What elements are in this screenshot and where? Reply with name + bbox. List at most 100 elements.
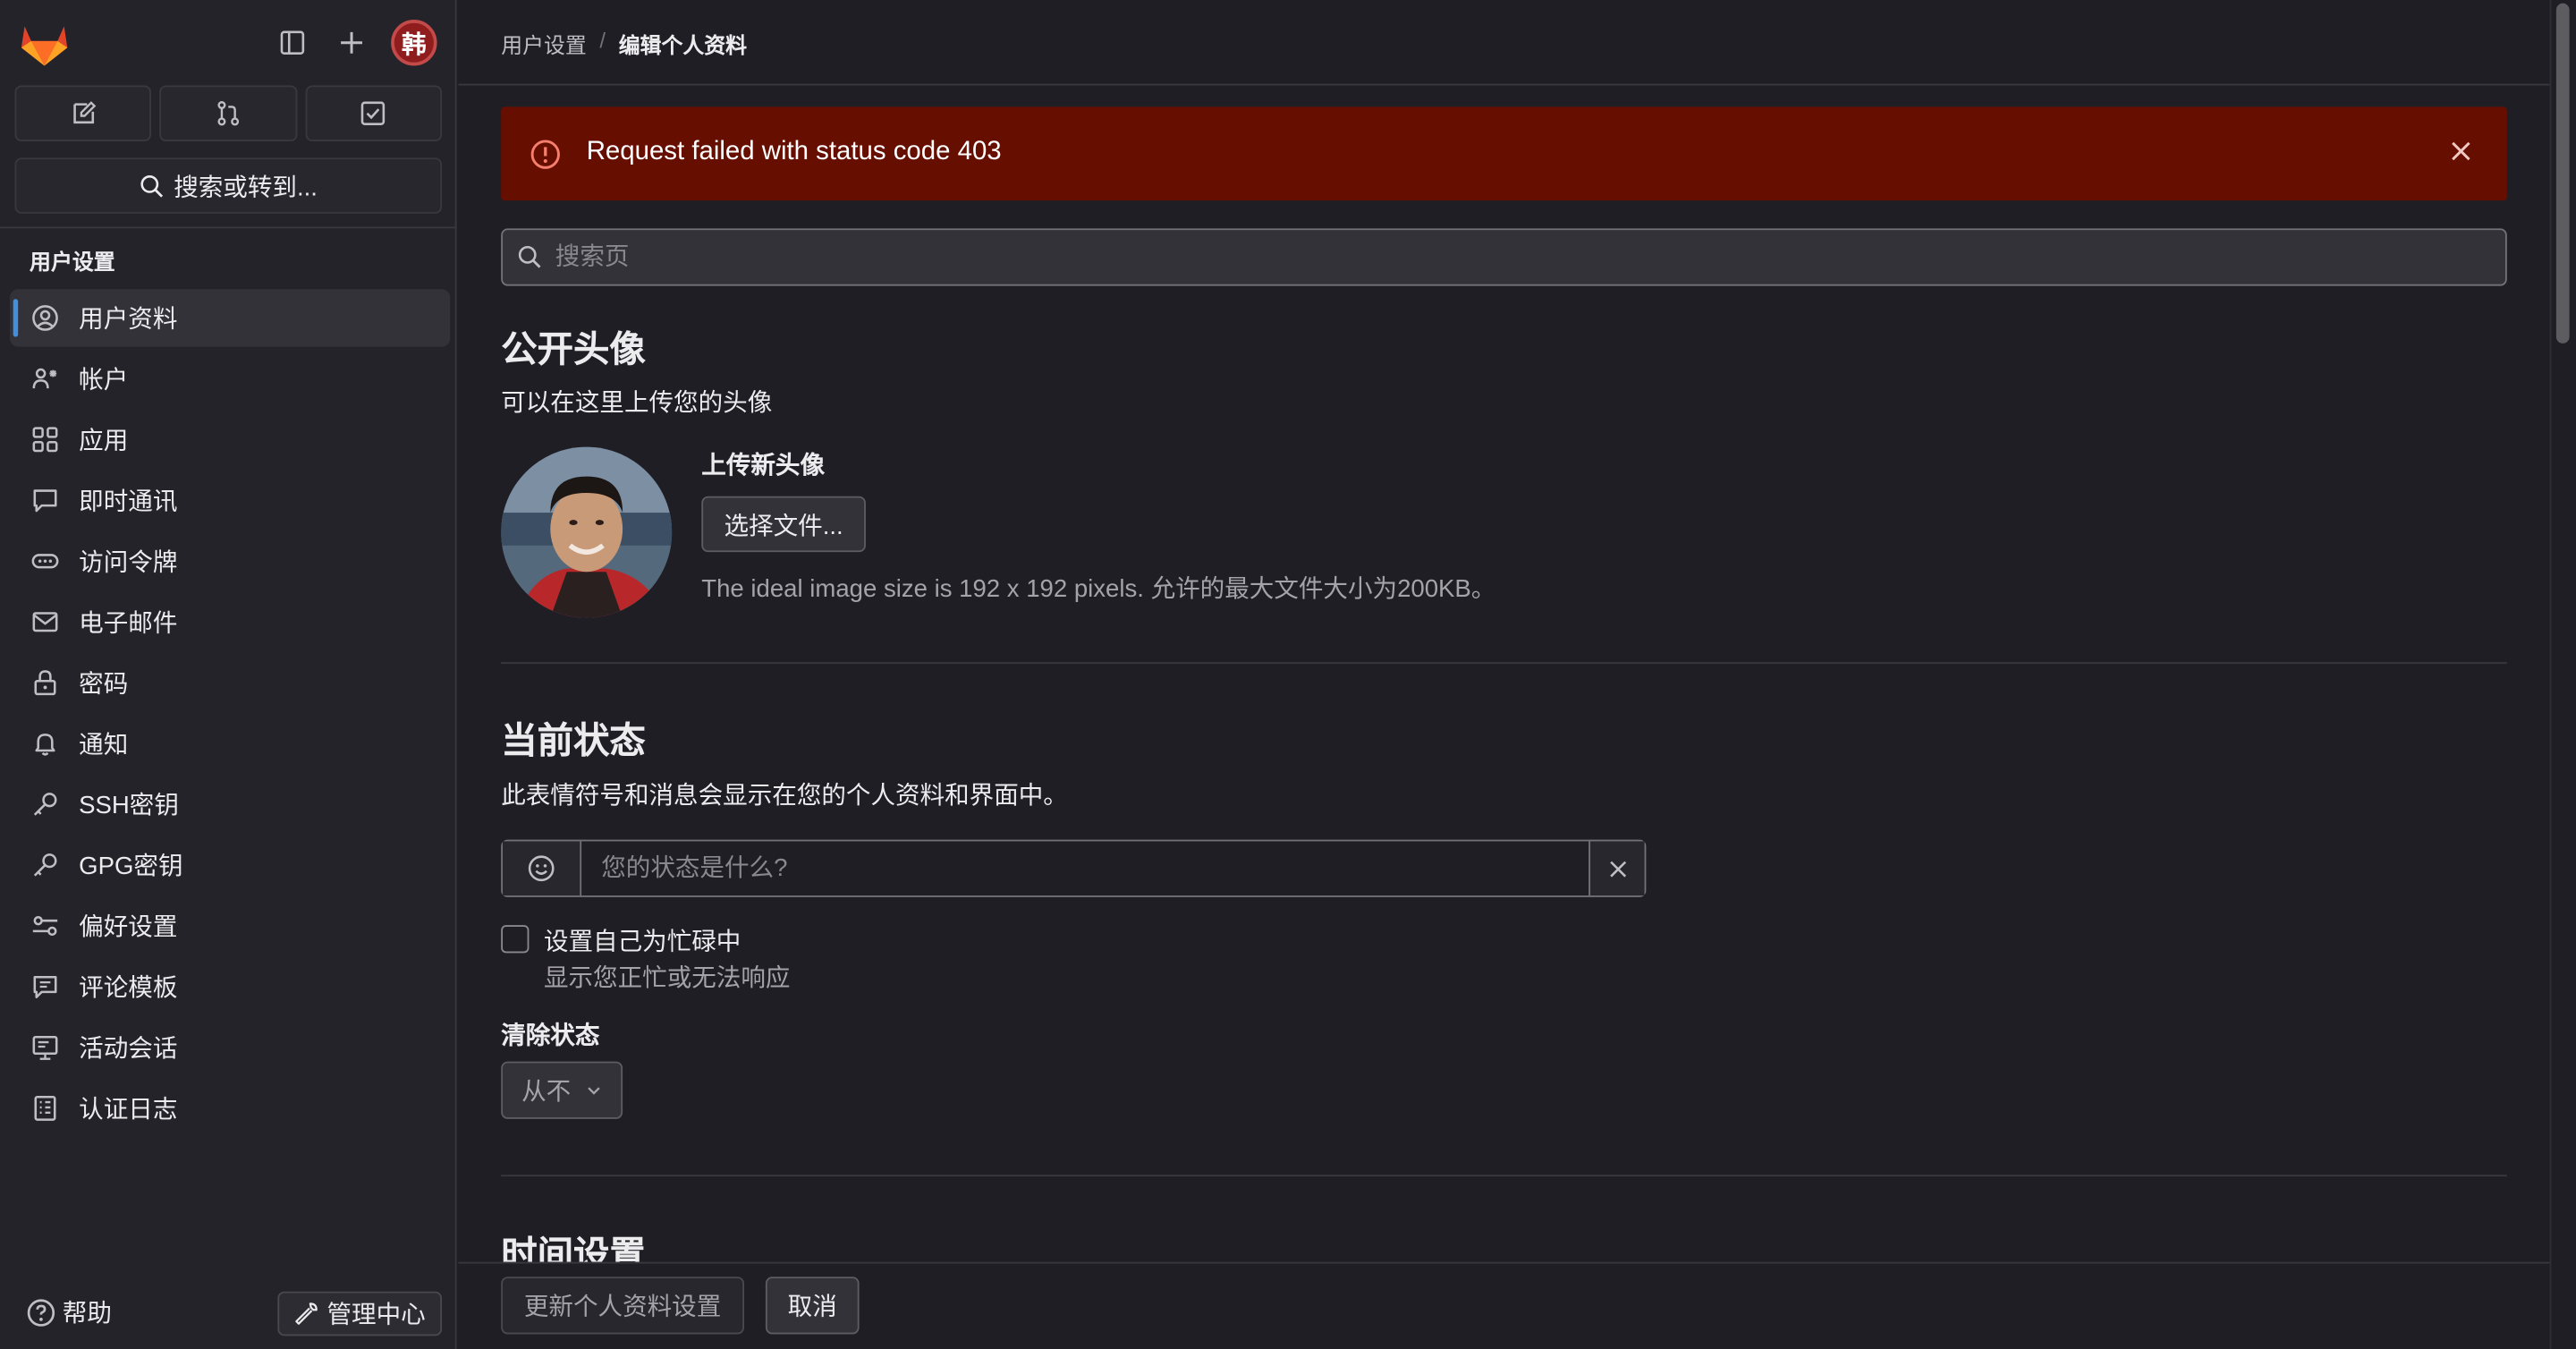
- sidebar-item-label: GPG密钥: [79, 853, 183, 881]
- search-label: 搜索或转到...: [174, 173, 318, 202]
- sidebar-item-account[interactable]: 帐户: [10, 350, 450, 407]
- sidebar-item-label: 帐户: [79, 366, 129, 395]
- avatar-section-description: 可以在这里上传您的头像: [501, 389, 773, 418]
- sidebar-item-notifications[interactable]: 通知: [10, 715, 450, 772]
- clear-status-label: 清除状态: [501, 1022, 600, 1050]
- sidebar-item-active-sessions[interactable]: 活动会话: [10, 1019, 450, 1076]
- help-label: 帮助: [62, 1299, 112, 1328]
- scrollbar-thumb[interactable]: [2555, 3, 2570, 344]
- sidebar-item-password[interactable]: 密码: [10, 654, 450, 711]
- emoji-picker-button[interactable]: [503, 841, 582, 896]
- page-search-input[interactable]: [552, 230, 2491, 284]
- plus-icon[interactable]: [328, 20, 374, 65]
- breadcrumb: 用户设置 / 编辑个人资料: [501, 28, 747, 59]
- sidebar-item-access-tokens[interactable]: 访问令牌: [10, 532, 450, 590]
- sidebar-item-applications[interactable]: 应用: [10, 411, 450, 468]
- token-icon: [30, 547, 59, 576]
- admin-area-button[interactable]: 管理中心: [277, 1291, 443, 1336]
- upload-help-text: The ideal image size is 192 x 192 pixels…: [701, 574, 1496, 604]
- status-section-description: 此表情符号和消息会显示在您的个人资料和界面中。: [501, 782, 1068, 810]
- user-avatar[interactable]: 韩: [391, 20, 437, 66]
- sidebar-item-ssh-keys[interactable]: SSH密钥: [10, 776, 450, 833]
- applications-grid-icon: [30, 425, 59, 454]
- question-circle-icon: [27, 1298, 55, 1326]
- quick-actions: [14, 85, 443, 145]
- help-button[interactable]: 帮助: [26, 1294, 112, 1329]
- sidebar-item-label: 访问令牌: [79, 548, 178, 577]
- sidebar-item-label: 偏好设置: [79, 913, 178, 942]
- sidebar-divider: [0, 226, 457, 229]
- envelope-icon: [30, 607, 59, 637]
- smiley-icon: [528, 855, 555, 882]
- status-input-group: [501, 839, 1647, 897]
- sidebar: 韩 搜索或转到... 用户设置 用户资料 帐户 应用 即时通讯 访问令牌 电子邮…: [0, 0, 457, 1349]
- upload-avatar-title: 上传新头像: [701, 452, 826, 480]
- status-section-title: 当前状态: [501, 719, 646, 761]
- sidebar-header: 韩: [0, 0, 457, 86]
- sidebar-item-label: 评论模板: [79, 974, 178, 1003]
- sidebar-item-emails[interactable]: 电子邮件: [10, 593, 450, 650]
- sidebar-item-comment-templates[interactable]: 评论模板: [10, 958, 450, 1015]
- clear-status-button[interactable]: [1589, 841, 1645, 896]
- todos-button[interactable]: [304, 85, 443, 141]
- search-icon: [140, 174, 163, 197]
- bell-icon: [30, 729, 59, 759]
- close-icon[interactable]: [2445, 135, 2478, 168]
- sidebar-item-label: 即时通讯: [79, 488, 178, 516]
- issues-button[interactable]: [14, 85, 152, 141]
- sidebar-item-label: SSH密钥: [79, 792, 179, 820]
- close-icon: [1609, 860, 1626, 877]
- alert-message: Request failed with status code 403: [586, 138, 1002, 166]
- search-icon: [518, 245, 541, 268]
- sidebar-item-preferences[interactable]: 偏好设置: [10, 897, 450, 954]
- log-icon: [30, 1093, 59, 1123]
- sidebar-item-label: 活动会话: [79, 1035, 178, 1064]
- avatar-section-title: 公开头像: [501, 328, 646, 370]
- search-or-goto-button[interactable]: 搜索或转到...: [14, 157, 443, 214]
- section-divider: [501, 1175, 2507, 1177]
- wrench-icon: [295, 1302, 318, 1325]
- clear-status-dropdown[interactable]: 从不: [501, 1061, 623, 1119]
- top-bar: 用户设置 / 编辑个人资料: [458, 0, 2550, 86]
- sidebar-item-label: 通知: [79, 731, 129, 759]
- sidebar-item-gpg-keys[interactable]: GPG密钥: [10, 836, 450, 894]
- busy-help-text: 显示您正忙或无法响应: [543, 964, 791, 993]
- busy-checkbox[interactable]: [501, 925, 530, 954]
- sidebar-item-label: 用户资料: [79, 305, 178, 334]
- sidebar-item-label: 应用: [79, 427, 129, 455]
- busy-label[interactable]: 设置自己为忙碌中: [544, 923, 741, 958]
- key-icon: [30, 851, 59, 880]
- merge-requests-button[interactable]: [159, 85, 297, 141]
- account-gear-icon: [30, 364, 59, 394]
- issues-icon: [72, 101, 96, 124]
- cancel-button[interactable]: 取消: [765, 1277, 860, 1335]
- choose-file-button[interactable]: 选择文件...: [701, 496, 866, 553]
- sidebar-item-label: 电子邮件: [79, 609, 178, 638]
- sidebar-section-title: 用户设置: [30, 250, 115, 275]
- sidebar-item-auth-log[interactable]: 认证日志: [10, 1080, 450, 1137]
- merge-request-icon: [217, 101, 240, 126]
- monitor-icon: [30, 1032, 59, 1062]
- page-search-box: [501, 228, 2507, 286]
- error-circle-icon: [530, 140, 560, 169]
- sidebar-item-label: 密码: [79, 670, 129, 699]
- sidebar-item-label: 认证日志: [79, 1096, 178, 1124]
- comment-bubble-icon: [30, 486, 59, 515]
- sidebar-item-chat[interactable]: 即时通讯: [10, 471, 450, 529]
- sidebar-nav: 用户资料 帐户 应用 即时通讯 访问令牌 电子邮件 密码 通知 SSH密钥 GP…: [10, 289, 451, 1140]
- profile-avatar-image: [501, 446, 673, 618]
- user-circle-icon: [30, 303, 59, 333]
- preferences-icon: [30, 912, 59, 941]
- status-message-input[interactable]: [581, 841, 1589, 896]
- todo-icon: [361, 101, 386, 125]
- chevron-down-icon: [587, 1087, 599, 1095]
- breadcrumb-current: 编辑个人资料: [618, 32, 748, 58]
- sidebar-toggle-icon[interactable]: [269, 20, 315, 65]
- clear-status-value: 从不: [521, 1077, 572, 1107]
- update-profile-button[interactable]: 更新个人资料设置: [501, 1277, 745, 1335]
- gitlab-logo-icon[interactable]: [16, 16, 72, 69]
- sidebar-item-profile[interactable]: 用户资料: [10, 289, 451, 347]
- breadcrumb-separator: /: [599, 28, 606, 53]
- breadcrumb-parent[interactable]: 用户设置: [501, 28, 587, 59]
- comment-lines-icon: [30, 971, 59, 1001]
